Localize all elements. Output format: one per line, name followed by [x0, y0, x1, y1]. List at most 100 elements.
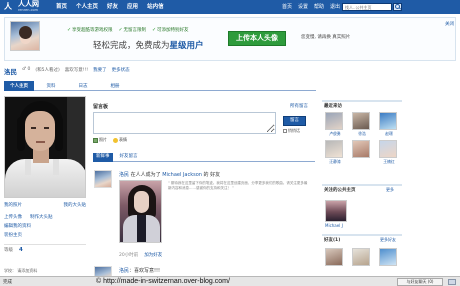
gender-count: ♂ 0: [22, 67, 31, 72]
page-thumbnail[interactable]: [325, 200, 347, 222]
tab-news-feed[interactable]: 新鲜事: [93, 153, 113, 162]
upload-avatar-button[interactable]: 上传本人头像: [228, 31, 286, 46]
visitor-item[interactable]: 赵璟: [379, 112, 399, 137]
visitor-avatar[interactable]: [379, 140, 397, 158]
followed-pages-title: 关注的公共主页: [324, 188, 356, 193]
browser-status-bar: 完成 © http://made-in-switzernan.over-blog…: [0, 276, 460, 286]
friends-title: 好友(1): [324, 238, 341, 243]
main-nav-links: 首页 个人主页 好友 应用 站内信: [56, 0, 173, 14]
profile-photo[interactable]: [4, 96, 86, 198]
nav-link-friends[interactable]: 好友: [107, 0, 118, 14]
logo-mark-icon: 人: [4, 2, 12, 11]
renren-logo[interactable]: 人 人人网 renren.com: [4, 0, 48, 14]
profile-meta: ♂ 0 (和5人看过) 喜欢写意!!! 我要了 更多状态: [22, 67, 135, 73]
post-message-button[interactable]: 留言: [283, 116, 306, 126]
visitor-name[interactable]: 王楠红: [379, 159, 399, 165]
profile-tabs: 个人主页 资料 日志 相册: [4, 81, 316, 91]
tab-friend-messages[interactable]: 好友留言: [117, 153, 141, 162]
chat-icon[interactable]: [448, 279, 456, 285]
check-icon: ✓: [152, 27, 157, 33]
friends-box: [322, 234, 402, 236]
attach-photo-button[interactable]: 照片: [93, 137, 107, 143]
private-message-toggle[interactable]: 悄悄话: [283, 128, 300, 134]
visitor-item[interactable]: 卢俊勇: [325, 112, 345, 137]
visitor-avatar[interactable]: [325, 112, 343, 130]
visitor-item[interactable]: 王楠红: [379, 140, 399, 165]
feed-target-link[interactable]: Michael Jackson: [162, 172, 202, 178]
message-input[interactable]: [93, 112, 276, 134]
account-link-settings[interactable]: 设置: [298, 0, 308, 14]
my-stickers-link[interactable]: 我的大头贴: [64, 202, 87, 208]
nav-link-messages[interactable]: 站内信: [147, 0, 164, 14]
visitor-avatar[interactable]: [379, 112, 397, 130]
feed-avatar[interactable]: [94, 170, 112, 188]
benefit-item: ✓ 享受超酷等游戏权限: [67, 27, 113, 34]
visitor-avatar[interactable]: [352, 140, 370, 158]
status-edit-link[interactable]: 我要了: [93, 67, 107, 73]
emoji-button[interactable]: 表情: [113, 137, 127, 143]
friend-avatar[interactable]: [352, 248, 370, 266]
feed-quote-text: “ 期待我在这里留下你的笔迹。我将在这里创建页面，分享更多我们的歌曲。请关注更多…: [168, 181, 308, 190]
feed-user-link[interactable]: 洛民: [119, 268, 129, 274]
account-link-home[interactable]: 首页: [282, 0, 292, 14]
visitor-item[interactable]: [352, 140, 372, 159]
visitor-name[interactable]: 汪静涛: [325, 159, 345, 165]
account-link-logout[interactable]: 退出: [330, 0, 340, 14]
search-input[interactable]: [342, 3, 392, 11]
account-link-help[interactable]: 帮助: [314, 0, 324, 14]
tab-info[interactable]: 资料: [36, 81, 66, 91]
visitor-count: (和5人看过): [35, 68, 60, 73]
followed-pages-box: [322, 184, 402, 186]
promo-side-text[interactable]: 您变慢, 请再换 真实照片: [301, 34, 350, 40]
more-pages-link[interactable]: 更多: [386, 187, 394, 193]
tab-home[interactable]: 个人主页: [4, 81, 34, 91]
message-tools: 照片 表情: [93, 137, 133, 143]
profile-side-links: 我的照片 我的大头贴 上传头像 制作大头贴 编辑我的资料 装扮主页: [4, 202, 86, 241]
benefit-item: ✓ 无留言限制: [118, 27, 147, 34]
promo-headline: 轻松完成，免费成为星级用户: [93, 41, 204, 51]
more-status-link[interactable]: 更多状态: [112, 67, 130, 73]
edit-profile-link[interactable]: 编辑我的资料: [4, 223, 86, 229]
chat-tab[interactable]: 与好友聊天 (0): [397, 278, 443, 286]
feed-item-text: 洛民 在人人成为了 Michael Jackson 的 好友: [119, 172, 221, 178]
visitor-name[interactable]: 赵璟: [379, 131, 399, 137]
upload-avatar-link[interactable]: 上传头像: [4, 214, 22, 220]
promo-avatar[interactable]: [10, 21, 40, 51]
logo-subtext: renren.com: [18, 8, 39, 12]
logo-text: 人人网: [18, 0, 39, 8]
feed-timestamp: 20小时前: [119, 253, 139, 258]
page-name[interactable]: Michael J: [325, 223, 343, 228]
checkbox[interactable]: [283, 129, 287, 133]
visitor-item[interactable]: 徐浩: [352, 112, 372, 137]
account-links: 首页 设置 帮助 退出: [282, 0, 346, 14]
photo-icon: [93, 137, 98, 143]
page-avatar-image[interactable]: [119, 180, 162, 243]
decorate-page-link[interactable]: 装扮主页: [4, 232, 86, 238]
feed-tabs: 新鲜事 好友留言: [93, 153, 315, 162]
status-text: 完成: [3, 280, 12, 285]
feed-user-link[interactable]: 洛民: [119, 172, 129, 178]
emoji-icon: [113, 137, 118, 143]
friend-avatar[interactable]: [379, 248, 397, 266]
message-board-title: 留言板: [93, 104, 109, 110]
visitor-name[interactable]: 卢俊勇: [325, 131, 345, 137]
add-friend-link[interactable]: 加为好友: [144, 252, 162, 258]
promo-close-link[interactable]: 关闭: [445, 21, 454, 27]
benefit-item: ✓ 可添加特别好友: [152, 27, 189, 34]
nav-link-apps[interactable]: 应用: [127, 0, 138, 14]
my-photos-link[interactable]: 我的照片: [4, 202, 22, 208]
visitor-avatar[interactable]: [325, 140, 343, 158]
school-info: 学校： 请添加资料: [4, 268, 38, 273]
nav-link-profile[interactable]: 个人主页: [76, 0, 98, 14]
more-friends-link[interactable]: 更多好友: [380, 237, 396, 243]
friend-avatar[interactable]: [325, 248, 343, 266]
make-sticker-link[interactable]: 制作大头贴: [30, 214, 53, 220]
search-icon[interactable]: [393, 3, 402, 11]
visitor-name[interactable]: 徐浩: [352, 131, 372, 137]
visitor-avatar[interactable]: [352, 112, 370, 130]
all-messages-link[interactable]: 所有留言: [290, 103, 308, 109]
tab-blog[interactable]: 日志: [68, 81, 98, 91]
nav-link-home[interactable]: 首页: [56, 0, 67, 14]
tab-album[interactable]: 相册: [100, 81, 130, 91]
visitor-item[interactable]: 汪静涛: [325, 140, 345, 165]
